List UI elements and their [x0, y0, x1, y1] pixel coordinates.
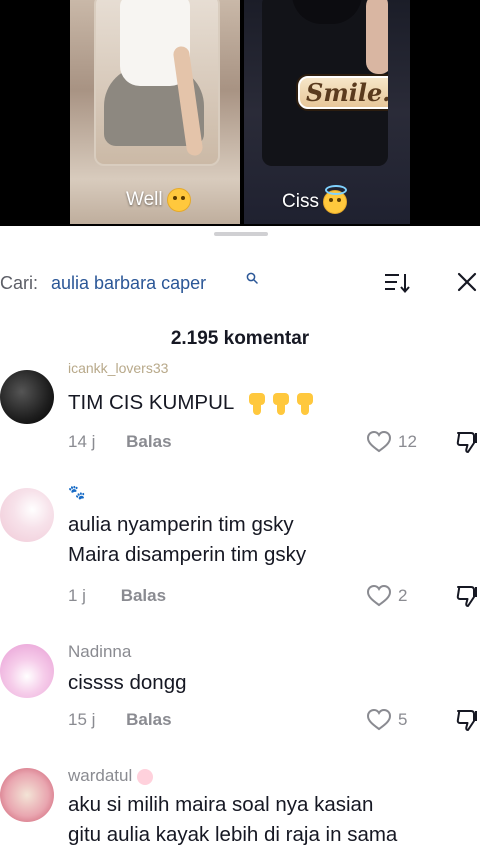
point-down-emoji-group: [247, 392, 315, 415]
avatar[interactable]: [0, 644, 54, 698]
dislike-icon[interactable]: [455, 430, 480, 454]
sheet-drag-handle[interactable]: [214, 232, 268, 236]
comment-username[interactable]: icankk_lovers33: [68, 360, 168, 376]
comment-text-body: TIM CIS KUMPUL: [68, 391, 234, 414]
avatar[interactable]: [0, 370, 54, 424]
like-button[interactable]: 5: [366, 708, 407, 732]
comment-count: 2.195 komentar: [170, 328, 310, 349]
comment-username[interactable]: wardatul: [68, 766, 153, 786]
comment-time: 14 j: [68, 432, 96, 451]
like-count: 2: [398, 586, 408, 605]
like-button[interactable]: 12: [366, 430, 417, 454]
avatar[interactable]: [0, 488, 54, 542]
search-query-link[interactable]: aulia barbara caper: [51, 273, 206, 294]
search-prefix: Cari:: [0, 273, 39, 293]
comment-text: cissss dongg: [68, 671, 187, 694]
photo-frame-left: [94, 0, 220, 166]
caption-well: Well: [126, 188, 191, 212]
point-down-emoji-icon: [295, 392, 315, 415]
caption-ciss: Ciss: [282, 185, 347, 214]
video-panel-right: Smile. Ciss: [244, 0, 410, 224]
video-preview[interactable]: Well Smile. Ciss: [0, 0, 480, 226]
caption-ciss-text: Ciss: [282, 191, 319, 212]
photo-hair: [292, 0, 362, 24]
comment-text: TIM CIS KUMPUL: [68, 388, 315, 418]
comment-time: 15 j: [68, 710, 96, 729]
comment-item: wardatul aku si milih maira soal nya kas…: [0, 764, 480, 854]
comment-meta: 15 j Balas: [68, 710, 172, 730]
heart-icon: [366, 430, 392, 453]
sort-icon[interactable]: [384, 272, 410, 294]
comment-item: 🐾 aulia nyamperin tim gsky Maira disampe…: [0, 484, 480, 624]
comment-item: icankk_lovers33 TIM CIS KUMPUL 14 j Bala…: [0, 360, 480, 476]
search-icon[interactable]: [246, 272, 258, 284]
comment-text-line: gitu aulia kayak lebih di raja in sama: [68, 823, 398, 846]
reply-button[interactable]: Balas: [126, 432, 171, 451]
comment-username[interactable]: Nadinna: [68, 642, 131, 662]
comment-username[interactable]: 🐾: [68, 484, 85, 501]
dislike-icon[interactable]: [455, 708, 480, 732]
comments-sheet: Cari: aulia barbara caper 2.195 komentar…: [0, 226, 480, 854]
halo-emoji-icon: [322, 185, 347, 214]
heart-icon: [366, 584, 392, 607]
comment-text: aulia nyamperin tim gsky Maira disamperi…: [68, 510, 306, 570]
comment-text-line: aku si milih maira soal nya kasian: [68, 793, 374, 816]
caption-well-text: Well: [126, 189, 163, 210]
smile-sticker: Smile.: [298, 76, 388, 109]
search-row[interactable]: Cari: aulia barbara caper: [0, 266, 480, 298]
close-icon[interactable]: [455, 270, 479, 294]
flower-icon: [137, 768, 153, 785]
like-button[interactable]: 2: [366, 584, 407, 608]
like-count: 12: [398, 432, 417, 451]
comment-username-text: wardatul: [68, 766, 133, 785]
comment-item: Nadinna cissss dongg 15 j Balas 5: [0, 640, 480, 750]
point-down-emoji-icon: [271, 392, 291, 415]
reply-button[interactable]: Balas: [121, 586, 166, 605]
video-panel-left: Well: [70, 0, 240, 224]
point-down-emoji-icon: [247, 392, 267, 415]
wink-emoji-icon: [166, 188, 191, 212]
comment-time: 1 j: [68, 586, 86, 605]
comment-meta: 1 j Balas: [68, 586, 166, 606]
comment-text-line: aulia nyamperin tim gsky: [68, 513, 294, 536]
reply-button[interactable]: Balas: [126, 710, 171, 729]
heart-icon: [366, 708, 392, 731]
comment-text: aku si milih maira soal nya kasian gitu …: [68, 790, 397, 850]
photo-hand: [366, 0, 388, 74]
like-count: 5: [398, 710, 408, 729]
avatar[interactable]: [0, 768, 54, 822]
comment-meta: 14 j Balas: [68, 432, 172, 452]
dislike-icon[interactable]: [455, 584, 480, 608]
comment-text-line: Maira disamperin tim gsky: [68, 543, 307, 566]
photo-frame-right: Smile.: [262, 0, 388, 166]
